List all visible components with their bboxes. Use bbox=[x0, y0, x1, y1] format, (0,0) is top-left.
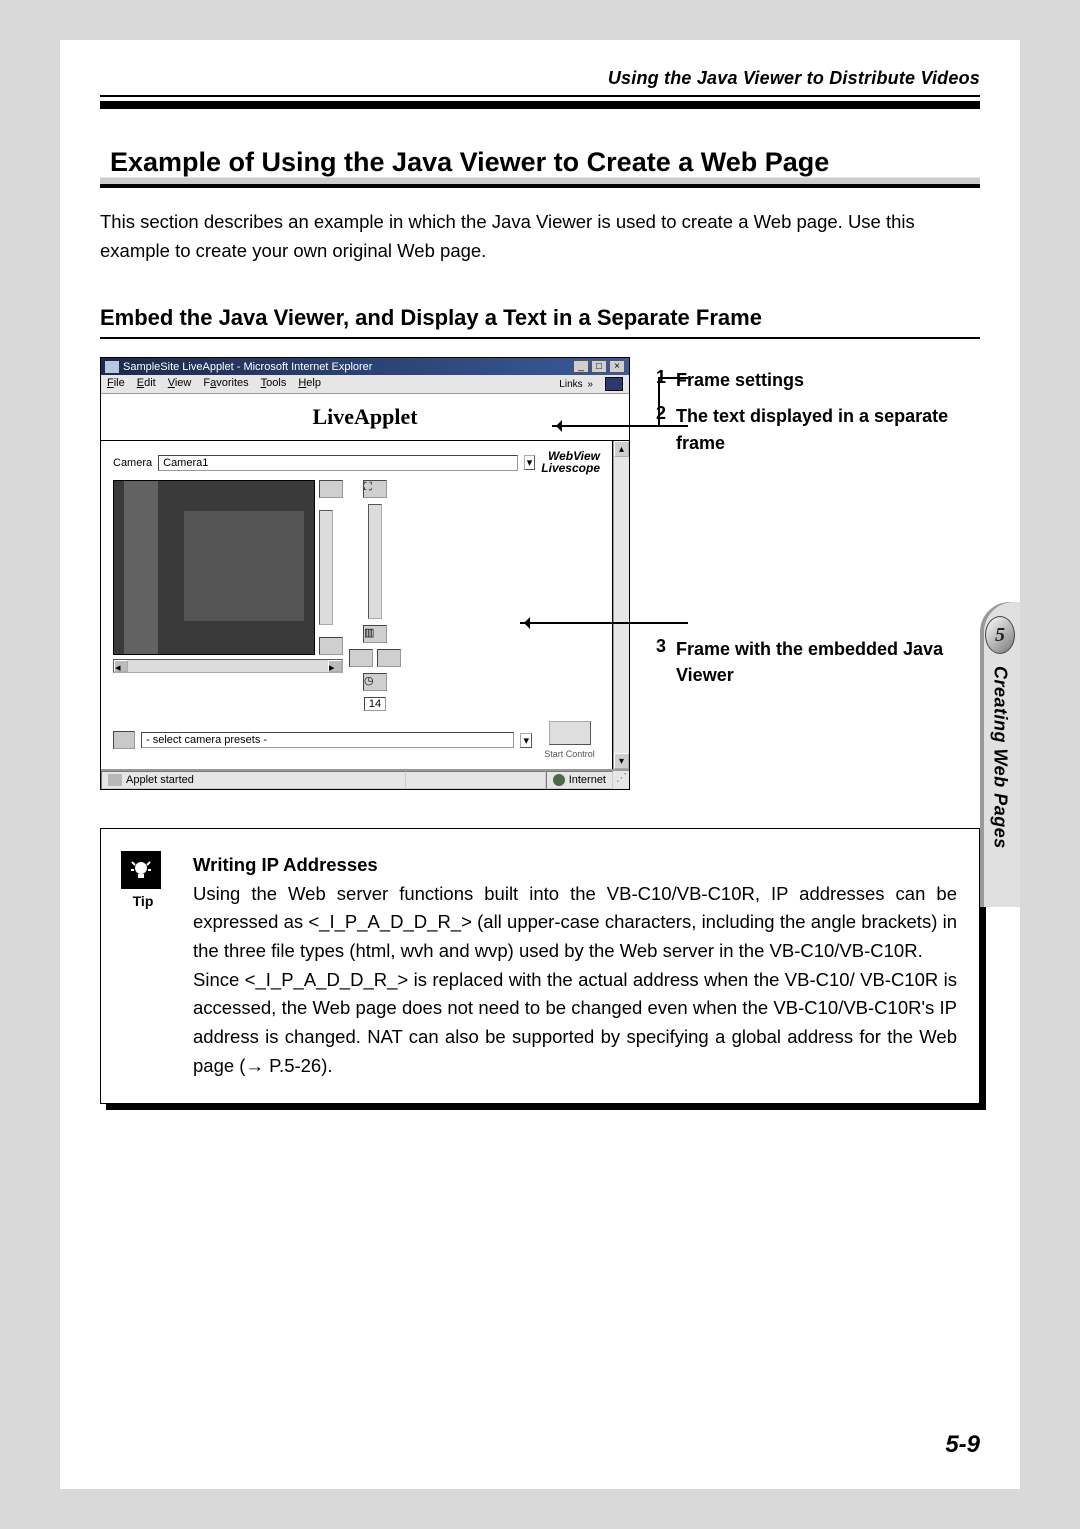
preset-select[interactable]: - select camera presets - bbox=[141, 732, 514, 748]
window-controls: _ □ × bbox=[573, 360, 625, 373]
callout-3: 3 Frame with the embedded Java Viewer bbox=[648, 636, 980, 688]
camera-label: Camera bbox=[113, 457, 152, 469]
webview-logo: WebView Livescope bbox=[541, 451, 600, 474]
callout-line-1 bbox=[658, 377, 688, 379]
zone-icon bbox=[553, 774, 565, 786]
frame-scrollbar[interactable]: ▴ ▾ bbox=[613, 441, 629, 769]
ie-icon bbox=[105, 361, 119, 373]
menubar: File Edit View Favorites Tools Help Link… bbox=[101, 375, 629, 394]
chapter-label: Creating Web Pages bbox=[990, 666, 1011, 849]
preset-icon[interactable] bbox=[113, 731, 135, 749]
links-button[interactable]: Links » bbox=[559, 377, 593, 391]
window-title: SampleSite LiveApplet - Microsoft Intern… bbox=[123, 361, 372, 373]
close-icon[interactable]: × bbox=[609, 360, 625, 373]
video-viewport bbox=[113, 480, 315, 655]
minimize-icon[interactable]: _ bbox=[573, 360, 589, 373]
running-header: Using the Java Viewer to Distribute Vide… bbox=[60, 40, 1020, 93]
page-number: 5-9 bbox=[945, 1431, 980, 1459]
pan-tool2-icon[interactable] bbox=[319, 637, 343, 655]
chapter-tab: 5 Creating Web Pages bbox=[980, 602, 1020, 907]
tip-icon: Tip bbox=[121, 851, 165, 913]
status-bar: Applet started Internet ⋰ bbox=[101, 770, 629, 789]
callout-line-3 bbox=[520, 622, 688, 624]
tip-body-2: Since <_I_P_A_D_D_R_> is replaced with t… bbox=[193, 969, 957, 1076]
rule-thick bbox=[100, 101, 980, 109]
zone-text: Internet bbox=[569, 774, 606, 786]
tip-box: Tip Writing IP Addresses Using the Web s… bbox=[100, 828, 980, 1103]
resize-grip-icon: ⋰ bbox=[613, 771, 629, 789]
menu-favorites[interactable]: Favorites bbox=[203, 377, 248, 391]
rule-thin bbox=[100, 95, 980, 97]
pan-tool-icon[interactable] bbox=[319, 480, 343, 498]
tip-title: Writing IP Addresses bbox=[193, 854, 378, 875]
intro-paragraph: This section describes an example in whi… bbox=[100, 208, 980, 265]
camera-dropdown-icon[interactable]: ▾ bbox=[524, 455, 536, 470]
callout-1: 1 Frame settings bbox=[648, 367, 980, 393]
callout-legend: 1 Frame settings 2 The text displayed in… bbox=[648, 357, 980, 697]
connection-count: 14 bbox=[364, 697, 386, 711]
zoom-scrollbar[interactable] bbox=[368, 504, 382, 619]
menu-edit[interactable]: Edit bbox=[137, 377, 156, 391]
menu-view[interactable]: View bbox=[168, 377, 192, 391]
pan-scrollbar[interactable]: ◂▸ bbox=[113, 659, 343, 673]
source-icon[interactable] bbox=[377, 649, 401, 667]
applet-title: LiveApplet bbox=[101, 394, 629, 441]
callout-line-2v bbox=[658, 377, 660, 427]
scroll-down-icon[interactable]: ▾ bbox=[614, 753, 629, 769]
snapshot-icon[interactable]: ▥ bbox=[363, 625, 387, 643]
lightbulb-icon bbox=[121, 851, 161, 889]
start-control-label: Start Control bbox=[544, 749, 595, 759]
zoom-fit-icon[interactable]: ⛶ bbox=[363, 480, 387, 498]
tip-label: Tip bbox=[133, 893, 154, 909]
callout-2: 2 The text displayed in a separate frame bbox=[648, 403, 980, 455]
callout-line-2h bbox=[658, 425, 688, 427]
preset-dropdown-icon[interactable]: ▾ bbox=[520, 733, 532, 748]
scroll-up-icon[interactable]: ▴ bbox=[614, 441, 629, 457]
chapter-number: 5 bbox=[985, 616, 1015, 654]
callout-line-2 bbox=[552, 425, 660, 427]
menu-help[interactable]: Help bbox=[298, 377, 321, 391]
applet-status-icon bbox=[108, 774, 122, 786]
clock-icon[interactable]: ◷ bbox=[363, 673, 387, 691]
camera-select[interactable]: Camera1 bbox=[158, 455, 518, 471]
applet-body: Camera Camera1 ▾ WebView Livescope bbox=[101, 441, 629, 770]
sub-title: Embed the Java Viewer, and Display a Tex… bbox=[100, 305, 980, 339]
manual-page: Using the Java Viewer to Distribute Vide… bbox=[60, 40, 1020, 1489]
tip-body-1: Using the Web server functions built int… bbox=[193, 883, 957, 961]
maximize-icon[interactable]: □ bbox=[591, 360, 607, 373]
diagram: SampleSite LiveApplet - Microsoft Intern… bbox=[100, 357, 980, 790]
tilt-scrollbar[interactable] bbox=[319, 510, 333, 625]
start-control-button[interactable] bbox=[549, 721, 591, 745]
menu-file[interactable]: File bbox=[107, 377, 125, 391]
toolbar-chip-icon bbox=[605, 377, 623, 391]
menu-tools[interactable]: Tools bbox=[261, 377, 287, 391]
main-title: Example of Using the Java Viewer to Crea… bbox=[100, 141, 980, 188]
backlight-icon[interactable] bbox=[349, 649, 373, 667]
window-titlebar: SampleSite LiveApplet - Microsoft Intern… bbox=[101, 358, 629, 375]
status-text: Applet started bbox=[126, 774, 194, 786]
